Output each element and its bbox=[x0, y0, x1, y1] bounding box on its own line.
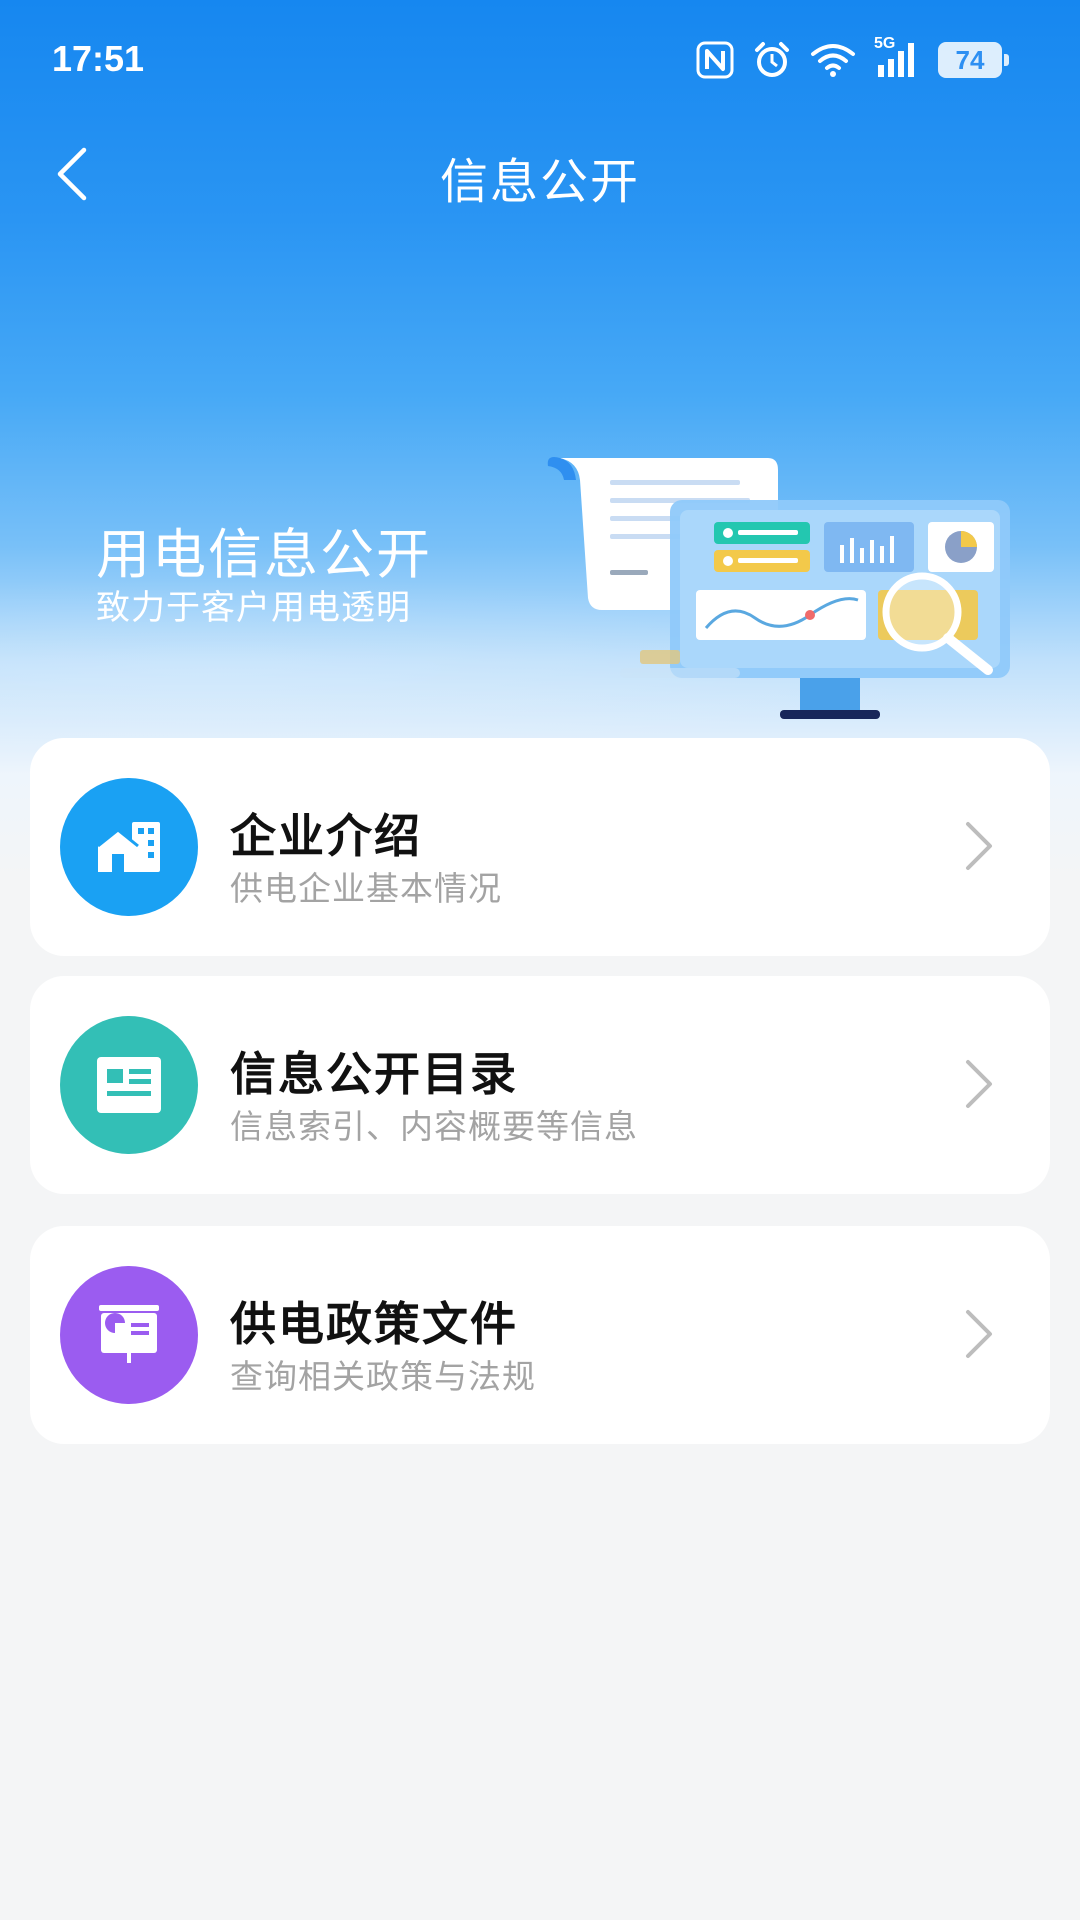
status-time: 17:51 bbox=[52, 38, 145, 79]
chevron-right-icon bbox=[966, 1310, 992, 1358]
page-title: 信息公开 bbox=[439, 154, 640, 210]
card-title: 供电政策文件 bbox=[230, 1297, 518, 1351]
chevron-right-icon bbox=[966, 1060, 992, 1108]
menu-card-company-intro[interactable]: 企业介绍 供电企业基本情况 bbox=[30, 738, 1050, 956]
document-monitor-magnifier-illustration bbox=[547, 457, 1010, 719]
status-icons: 5G 74 bbox=[696, 35, 1009, 82]
hero-title: 用电信息公开 bbox=[96, 523, 432, 586]
catalog-icon bbox=[60, 1016, 198, 1154]
battery-level: 74 bbox=[955, 44, 985, 75]
card-description: 信息索引、内容概要等信息 bbox=[230, 1107, 638, 1146]
network-type: 5G bbox=[874, 35, 896, 52]
chevron-right-icon bbox=[966, 822, 992, 870]
nav-bar: 信息公开 bbox=[0, 120, 1080, 230]
menu-card-info-catalog[interactable]: 信息公开目录 信息索引、内容概要等信息 bbox=[30, 976, 1050, 1194]
alarm-icon bbox=[752, 40, 792, 80]
card-title: 信息公开目录 bbox=[230, 1047, 518, 1101]
policy-board-icon bbox=[60, 1266, 198, 1404]
battery-icon: 74 bbox=[938, 42, 1009, 78]
nfc-icon bbox=[696, 41, 734, 79]
wifi-icon bbox=[810, 42, 856, 78]
building-icon bbox=[60, 778, 198, 916]
hero-subtitle: 致力于客户用电透明 bbox=[96, 588, 411, 628]
card-title: 企业介绍 bbox=[230, 809, 422, 863]
status-bar: 17:51 5G 74 bbox=[0, 0, 1080, 120]
signal-5g-icon: 5G bbox=[874, 35, 920, 79]
card-description: 查询相关政策与法规 bbox=[230, 1357, 536, 1396]
menu-card-policy-files[interactable]: 供电政策文件 查询相关政策与法规 bbox=[30, 1226, 1050, 1444]
card-description: 供电企业基本情况 bbox=[230, 869, 502, 908]
